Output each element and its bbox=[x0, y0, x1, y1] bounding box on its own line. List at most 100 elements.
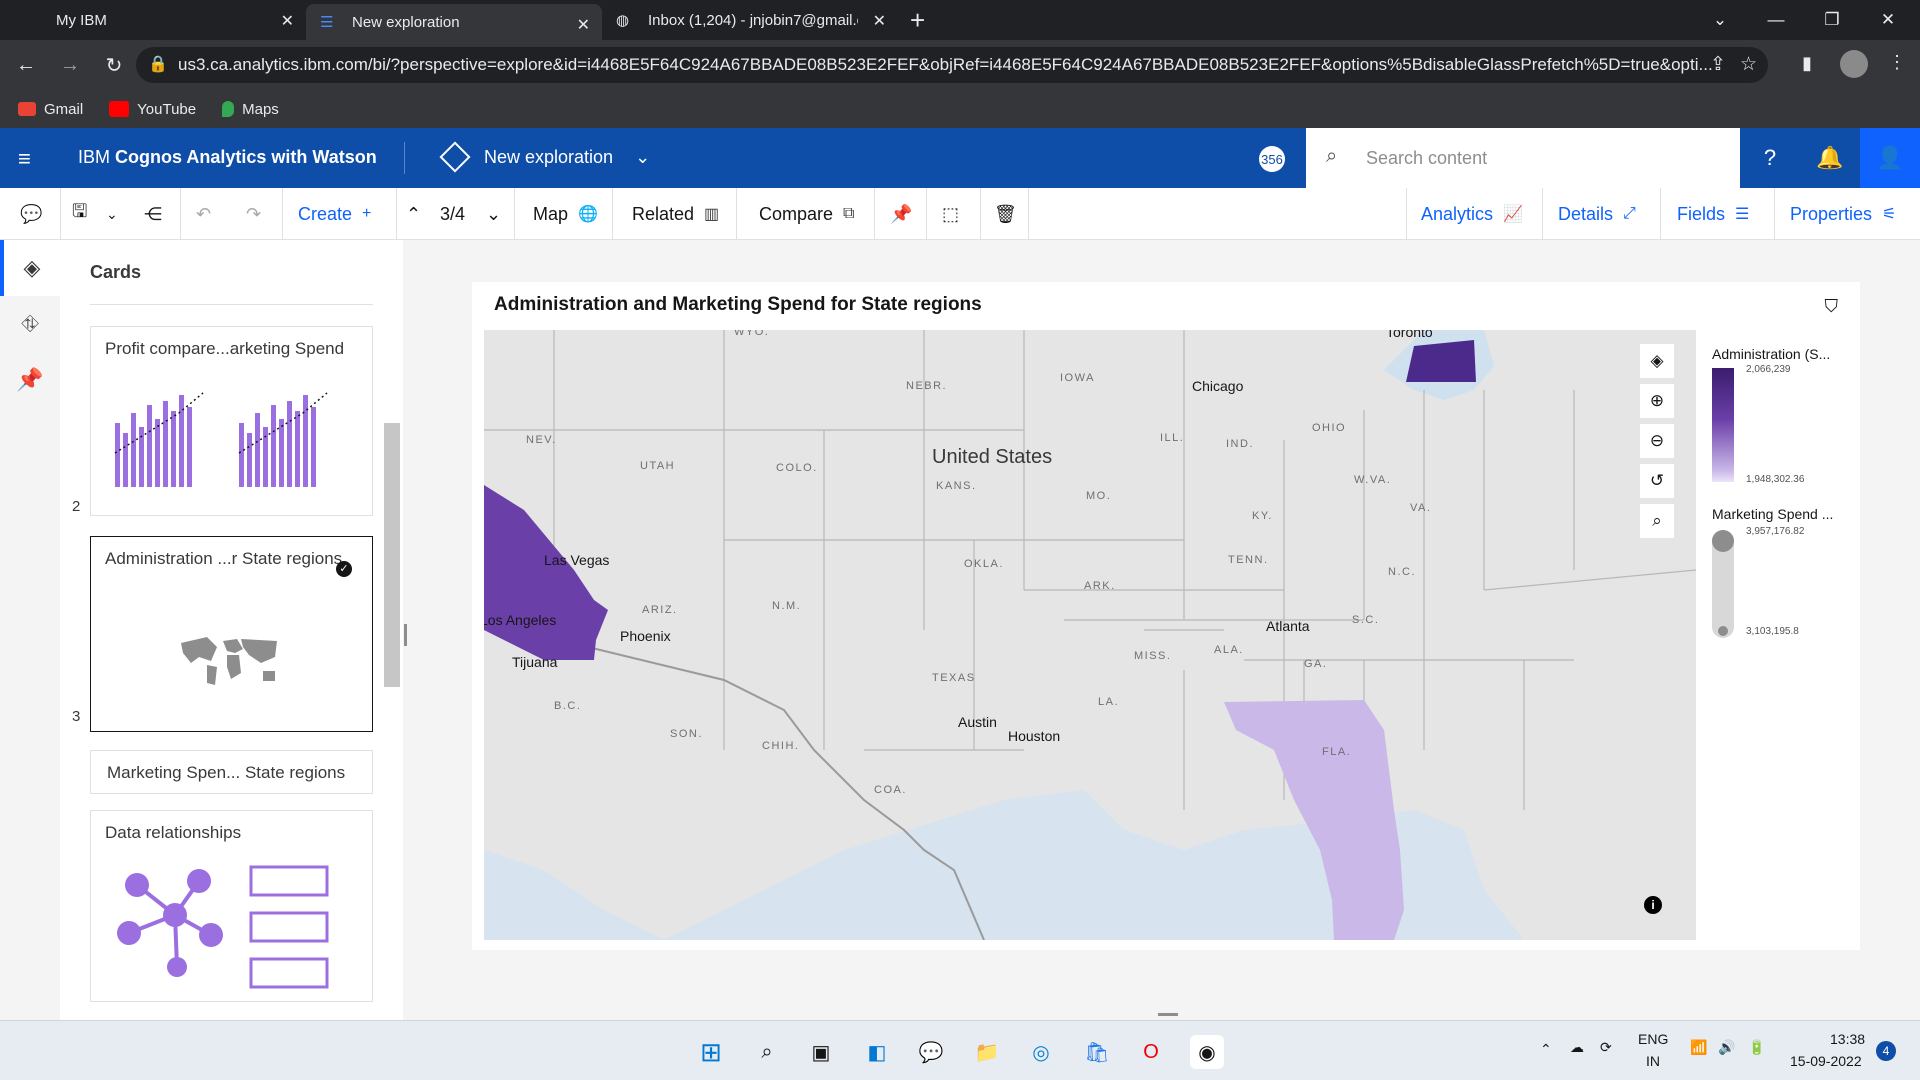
close-icon[interactable]: ✕ bbox=[577, 15, 590, 35]
save-icon[interactable]: 🖫 bbox=[72, 188, 87, 240]
url-field[interactable]: 🔒 us3.ca.analytics.ibm.com/bi/?perspecti… bbox=[136, 47, 1768, 83]
card-data-relationships[interactable]: Data relationships bbox=[90, 810, 373, 1002]
properties-button[interactable]: Properties ⚟ bbox=[1790, 188, 1896, 240]
details-icon: ⤢ bbox=[1623, 205, 1636, 222]
exploration-switcher[interactable]: New exploration ⌄ bbox=[439, 141, 650, 173]
drag-handle[interactable] bbox=[1158, 1013, 1178, 1016]
edge-icon[interactable]: ◎ bbox=[1024, 1035, 1058, 1069]
avatar[interactable] bbox=[1840, 50, 1868, 78]
card-administration-selected[interactable]: Administration ...r State regions ✓ bbox=[90, 536, 373, 732]
file-explorer-icon[interactable]: 📁 bbox=[970, 1035, 1004, 1069]
widgets-icon[interactable]: ◧ bbox=[860, 1035, 894, 1069]
sidebar-icon[interactable]: ▮ bbox=[1802, 53, 1812, 74]
related-button[interactable]: Related ▥ bbox=[632, 188, 719, 240]
hierarchy-rail-icon[interactable]: ⛗ bbox=[0, 296, 60, 352]
chrome-icon[interactable]: ◉ bbox=[1190, 1035, 1224, 1069]
forward-icon[interactable]: → bbox=[52, 54, 88, 77]
share-icon[interactable]: ⋲ bbox=[144, 188, 162, 240]
back-icon[interactable]: ← bbox=[8, 54, 44, 77]
trash-icon[interactable]: 🗑 bbox=[994, 188, 1017, 240]
bookmark-maps[interactable]: Maps bbox=[222, 101, 279, 118]
tab-inbox[interactable]: ◍ Inbox (1,204) - jnjobin7@gmail.c ✕ bbox=[602, 0, 898, 40]
details-button[interactable]: Details ⤢ bbox=[1558, 188, 1636, 240]
toolbar: 💬 🖫 ⌄ ⋲ ↶ ↷ Create + ⌃ 3/4 ⌄ Map 🌐 Related… bbox=[0, 188, 1920, 240]
state-label: LA. bbox=[1098, 696, 1120, 708]
bookmark-gmail[interactable]: Gmail bbox=[18, 101, 83, 118]
undo-icon[interactable]: ↶ bbox=[196, 188, 211, 240]
battery-icon[interactable]: 🔋 bbox=[1748, 1039, 1765, 1056]
close-window-button[interactable]: ✕ bbox=[1860, 0, 1916, 40]
hamburger-menu-icon[interactable]: ≡ bbox=[18, 146, 31, 172]
notification-badge[interactable]: 4 bbox=[1876, 1041, 1896, 1061]
chevron-down-icon[interactable]: ⌄ bbox=[486, 188, 501, 240]
compare-icon: ⧉ bbox=[843, 205, 855, 222]
card-marketing-spend[interactable]: Marketing Spen... State regions bbox=[90, 750, 373, 794]
chevron-down-icon[interactable]: ⌄ bbox=[635, 147, 650, 168]
analytics-button[interactable]: Analytics 📈 bbox=[1421, 188, 1523, 240]
exploration-title: New exploration bbox=[484, 146, 614, 167]
resize-handle[interactable] bbox=[404, 624, 407, 646]
clock-time[interactable]: 13:38 bbox=[1830, 1031, 1865, 1047]
chat-icon[interactable]: 💬 bbox=[914, 1035, 948, 1069]
divider bbox=[612, 188, 613, 240]
create-button[interactable]: Create + bbox=[298, 188, 371, 240]
star-icon[interactable]: ☆ bbox=[1740, 53, 1757, 76]
scrollbar-thumb[interactable] bbox=[384, 423, 400, 687]
restore-button[interactable]: ❐ bbox=[1804, 0, 1860, 40]
task-view-icon[interactable]: ▣ bbox=[804, 1035, 838, 1069]
state-label: KY. bbox=[1252, 510, 1273, 522]
notification-count-badge[interactable]: 356 bbox=[1259, 146, 1285, 172]
divider bbox=[396, 188, 397, 240]
language-label[interactable]: ENG bbox=[1638, 1031, 1668, 1047]
bookmark-youtube[interactable]: YouTube bbox=[109, 101, 196, 118]
chevron-up-icon[interactable]: ⌃ bbox=[406, 188, 421, 240]
zoom-in-icon[interactable]: ⊕ bbox=[1640, 384, 1674, 418]
zoom-out-icon[interactable]: ⊖ bbox=[1640, 424, 1674, 458]
pin-icon[interactable]: 📌 bbox=[890, 188, 912, 240]
share-icon[interactable]: ⇪ bbox=[1710, 53, 1726, 76]
card-profit-compare[interactable]: Profit compare...arketing Spend bbox=[90, 326, 373, 516]
store-icon[interactable]: 🛍 bbox=[1080, 1035, 1114, 1069]
pin-rail-icon[interactable]: 📌 bbox=[0, 352, 60, 408]
windows-start-icon[interactable]: ⊞ bbox=[694, 1035, 728, 1069]
fields-button[interactable]: Fields ☰ bbox=[1677, 188, 1749, 240]
close-icon[interactable]: ✕ bbox=[873, 11, 886, 31]
state-label: COLO. bbox=[776, 462, 818, 474]
tab-new-exploration[interactable]: ☰ New exploration ✕ bbox=[306, 4, 602, 40]
divider bbox=[1774, 188, 1775, 240]
search-map-icon[interactable]: ⌕ bbox=[1640, 504, 1674, 538]
tab-search-icon[interactable]: ⌄ bbox=[1692, 0, 1748, 40]
volume-icon[interactable]: 🔊 bbox=[1718, 1039, 1735, 1056]
fields-icon: ☰ bbox=[1735, 206, 1750, 223]
map-canvas[interactable]: United States Toronto Chicago Las Vegas Los… bbox=[484, 330, 1696, 940]
comment-icon[interactable]: 💬 bbox=[20, 188, 42, 240]
map-button[interactable]: Map 🌐 bbox=[533, 188, 598, 240]
user-icon[interactable]: 👤 bbox=[1860, 128, 1920, 188]
sync-icon[interactable]: ⟳ bbox=[1600, 1039, 1612, 1056]
layers-icon[interactable]: ◈ bbox=[1640, 344, 1674, 378]
opera-icon[interactable]: O bbox=[1134, 1035, 1168, 1069]
network-thumbnail bbox=[117, 865, 329, 989]
select-icon[interactable]: ⬚ bbox=[942, 188, 959, 240]
new-tab-button[interactable]: + bbox=[910, 5, 925, 36]
bell-icon[interactable]: 🔔 bbox=[1800, 128, 1860, 188]
filter-icon[interactable]: ⛉ bbox=[1825, 296, 1839, 317]
chevron-down-icon[interactable]: ⌄ bbox=[106, 188, 118, 240]
search-input[interactable]: ⌕ Search content bbox=[1306, 128, 1740, 188]
wifi-icon[interactable]: 📶 bbox=[1690, 1039, 1707, 1056]
compare-button[interactable]: Compare ⧉ bbox=[759, 188, 854, 240]
chevron-up-icon[interactable]: ⌃ bbox=[1540, 1041, 1552, 1058]
network-icon[interactable]: ☁ bbox=[1570, 1039, 1584, 1056]
cards-rail-icon[interactable]: ◈ bbox=[0, 240, 60, 296]
reload-icon[interactable]: ↻ bbox=[96, 53, 132, 78]
tab-my-ibm[interactable]: My IBM ✕ bbox=[0, 0, 306, 40]
menu-icon[interactable]: ⋮ bbox=[1888, 52, 1906, 73]
help-icon[interactable]: ? bbox=[1740, 128, 1800, 188]
reset-icon[interactable]: ↺ bbox=[1640, 464, 1674, 498]
close-icon[interactable]: ✕ bbox=[281, 11, 294, 31]
search-icon[interactable]: ⌕ bbox=[750, 1035, 784, 1069]
info-icon[interactable]: i bbox=[1644, 896, 1662, 914]
state-label: UTAH bbox=[640, 460, 676, 472]
minimize-button[interactable]: — bbox=[1748, 0, 1804, 40]
redo-icon[interactable]: ↷ bbox=[246, 188, 261, 240]
